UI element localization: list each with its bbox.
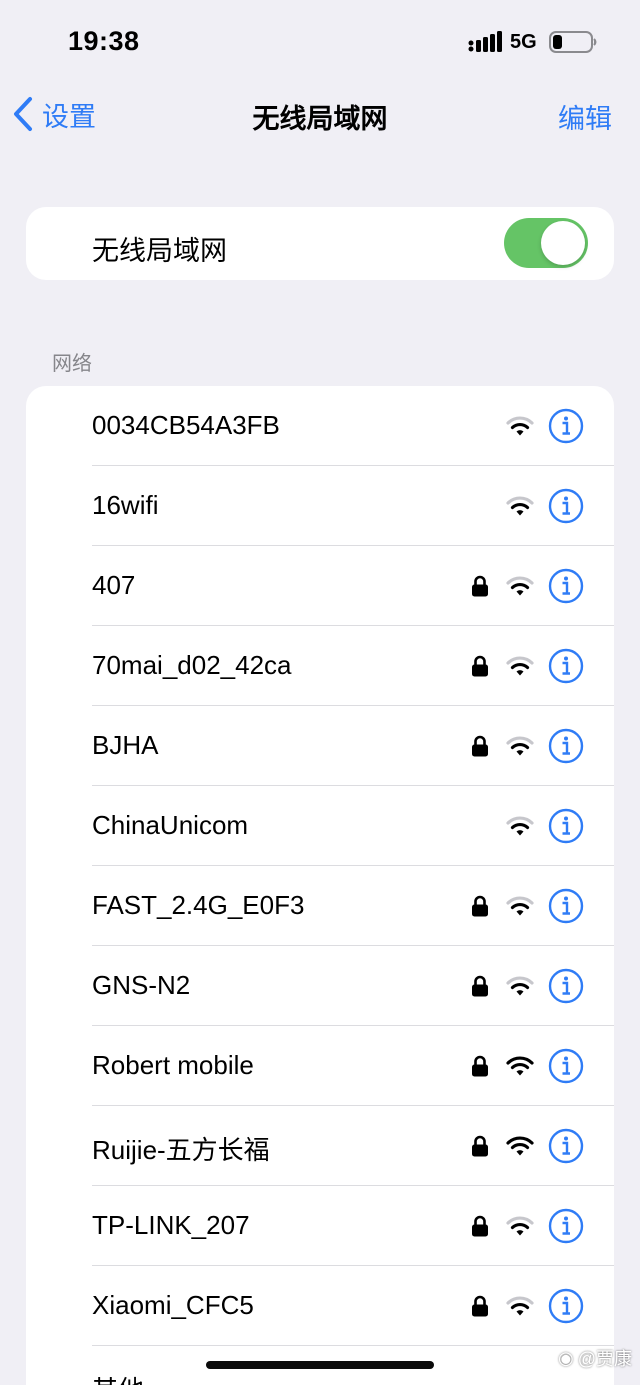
wifi-signal-icon <box>506 1136 534 1156</box>
wifi-signal-icon <box>506 976 534 996</box>
network-name: TP-LINK_207 <box>92 1210 250 1240</box>
networks-section-header: 网络 <box>52 353 92 375</box>
network-list: 0034CB54A3FB 16wifi 407 70mai_d02_42ca BJHA C… <box>26 386 614 1385</box>
lock-icon <box>472 1055 488 1077</box>
network-row[interactable]: Xiaomi_CFC5 <box>26 1266 614 1346</box>
network-name: 70mai_d02_42ca <box>92 650 292 680</box>
wifi-signal-icon <box>506 896 534 916</box>
clock: 19:38 <box>68 26 140 56</box>
network-name: 16wifi <box>92 490 159 520</box>
network-row[interactable]: GNS-N2 <box>26 946 614 1026</box>
watermark-text: @贾康 <box>577 1349 632 1369</box>
wifi-signal-icon <box>506 576 534 596</box>
lock-icon <box>472 1295 488 1317</box>
wifi-signal-icon <box>506 656 534 676</box>
battery-icon <box>549 31 597 53</box>
network-name: 其他 <box>92 1370 144 1385</box>
network-name: 0034CB54A3FB <box>92 410 280 440</box>
cellular-signal-icon <box>468 31 502 52</box>
lock-icon <box>472 575 488 597</box>
status-bar: 19:38 5G <box>0 0 640 86</box>
weibo-icon: ◉ <box>558 1347 574 1368</box>
network-row[interactable]: 407 <box>26 546 614 626</box>
network-row[interactable]: FAST_2.4G_E0F3 <box>26 866 614 946</box>
lock-icon <box>472 735 488 757</box>
info-icon[interactable] <box>548 1048 584 1084</box>
info-icon[interactable] <box>548 568 584 604</box>
info-icon[interactable] <box>548 888 584 924</box>
toggle-knob <box>541 221 585 265</box>
wifi-signal-icon <box>506 416 534 436</box>
wifi-signal-icon <box>506 1216 534 1236</box>
info-icon[interactable] <box>548 1208 584 1244</box>
network-name: GNS-N2 <box>92 970 191 1000</box>
home-indicator[interactable] <box>206 1361 434 1369</box>
info-icon[interactable] <box>548 968 584 1004</box>
lock-icon <box>472 655 488 677</box>
wifi-signal-icon <box>506 736 534 756</box>
lock-icon <box>472 1135 488 1157</box>
info-icon[interactable] <box>548 808 584 844</box>
network-row[interactable]: 70mai_d02_42ca <box>26 626 614 706</box>
network-name: ChinaUnicom <box>92 810 249 840</box>
wifi-toggle-card: 无线局域网 <box>26 207 614 280</box>
network-type: 5G <box>510 31 537 53</box>
network-name: Robert mobile <box>92 1050 254 1080</box>
edit-button[interactable]: 编辑 <box>558 97 612 136</box>
network-row[interactable]: TP-LINK_207 <box>26 1186 614 1266</box>
wifi-signal-icon <box>506 1056 534 1076</box>
lock-icon <box>472 895 488 917</box>
info-icon[interactable] <box>548 1128 584 1164</box>
info-icon[interactable] <box>548 728 584 764</box>
page-title: 无线局域网 <box>252 104 388 134</box>
network-row[interactable]: 0034CB54A3FB <box>26 386 614 466</box>
info-icon[interactable] <box>548 488 584 524</box>
lock-icon <box>472 975 488 997</box>
info-icon[interactable] <box>548 408 584 444</box>
network-row[interactable]: 16wifi <box>26 466 614 546</box>
network-name: Ruijie-五方长福 <box>92 1135 270 1165</box>
network-row[interactable]: Ruijie-五方长福 <box>26 1106 614 1186</box>
network-row[interactable]: BJHA <box>26 706 614 786</box>
info-icon[interactable] <box>548 648 584 684</box>
wifi-signal-icon <box>506 496 534 516</box>
lock-icon <box>472 1215 488 1237</box>
watermark: ◉ @贾康 <box>558 1345 632 1371</box>
wifi-signal-icon <box>506 816 534 836</box>
network-name: Xiaomi_CFC5 <box>92 1290 254 1320</box>
network-name: FAST_2.4G_E0F3 <box>92 890 305 920</box>
wifi-toggle-switch[interactable] <box>504 218 588 268</box>
wifi-signal-icon <box>506 1296 534 1316</box>
network-name: BJHA <box>92 730 159 760</box>
wifi-toggle-label: 无线局域网 <box>92 236 227 266</box>
network-name: 407 <box>92 570 136 600</box>
info-icon[interactable] <box>548 1288 584 1324</box>
network-row[interactable]: Robert mobile <box>26 1026 614 1106</box>
network-row[interactable]: ChinaUnicom <box>26 786 614 866</box>
